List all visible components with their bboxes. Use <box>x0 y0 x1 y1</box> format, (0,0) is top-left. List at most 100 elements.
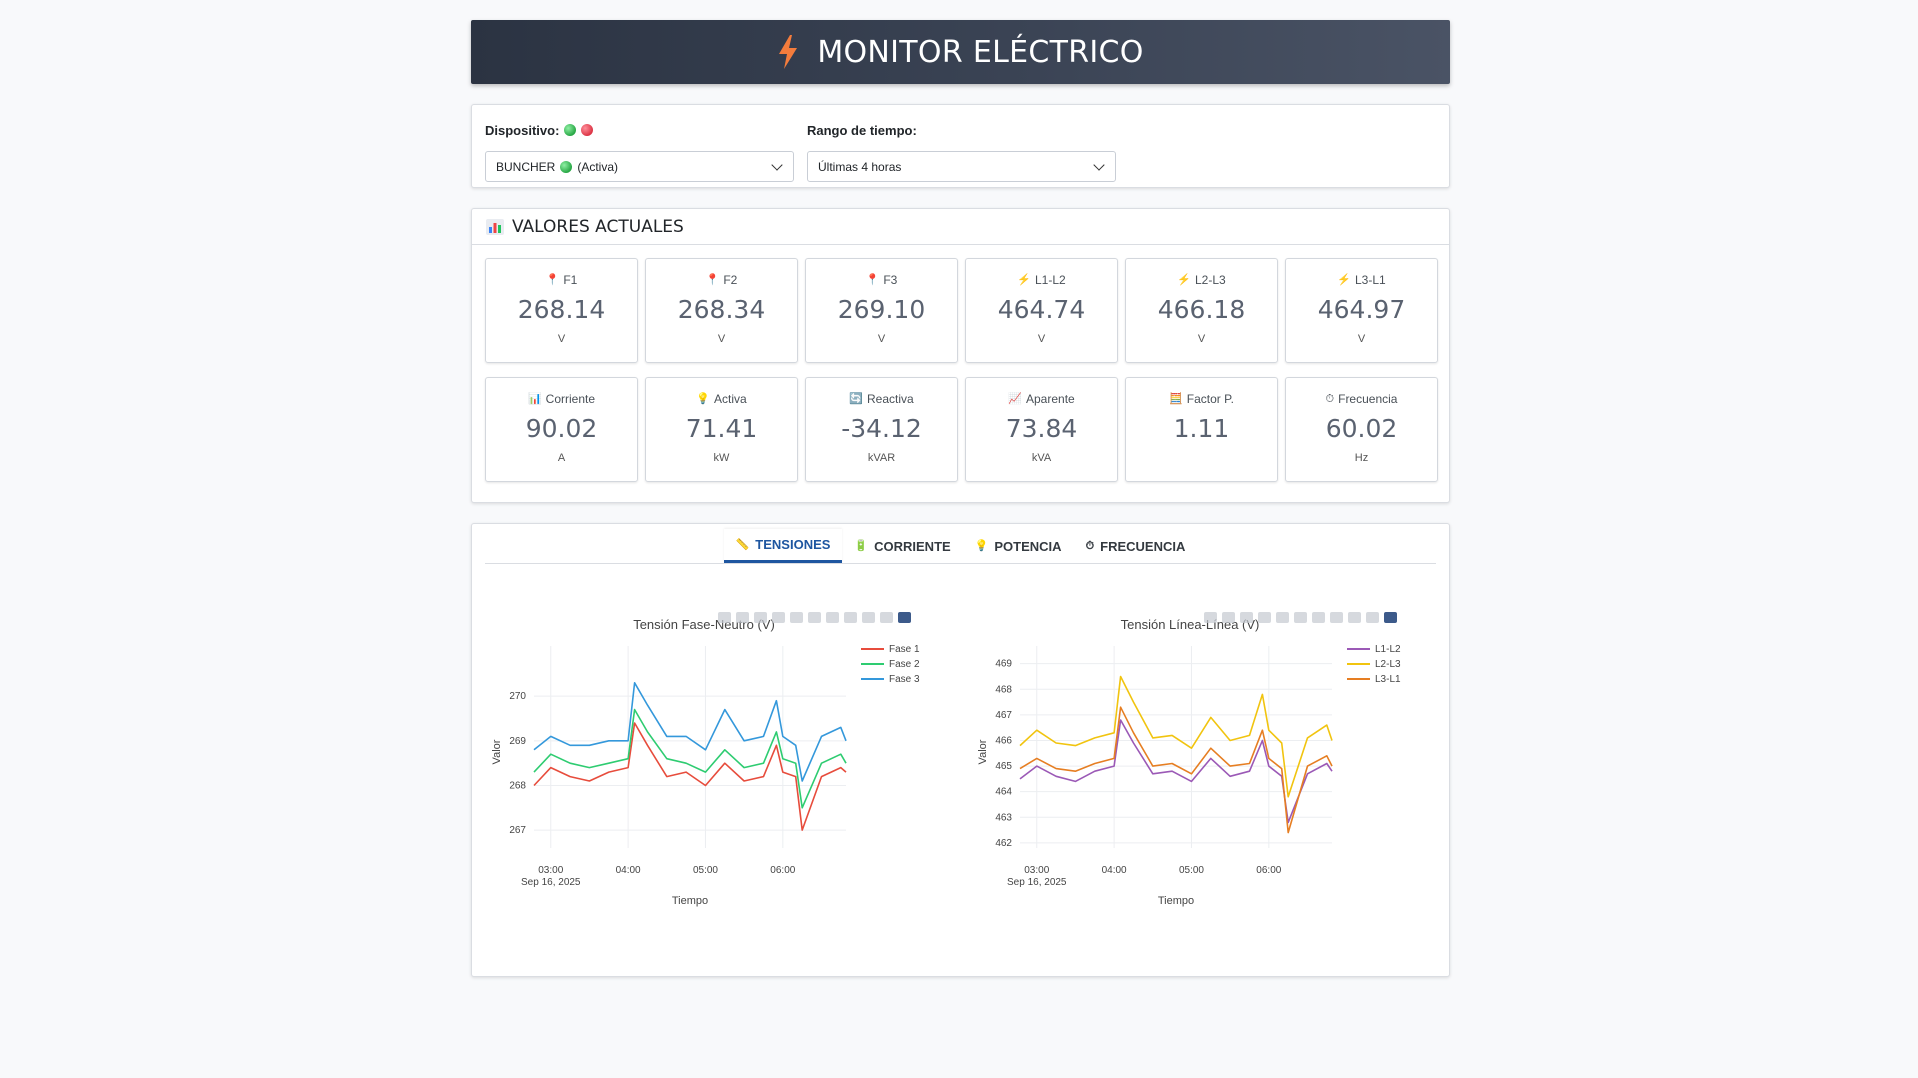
pin-icon: 📍 <box>865 274 880 286</box>
x-axis-label: Tiempo <box>1158 895 1194 907</box>
spike-lines-icon[interactable] <box>1330 612 1343 623</box>
legend-label: Fase 3 <box>889 674 920 685</box>
tile-label: Corriente <box>545 392 596 406</box>
device-select-status: (Activa) <box>577 159 619 174</box>
tab-potencia[interactable]: 💡 POTENCIA <box>963 529 1074 563</box>
autoscale-icon[interactable] <box>1294 612 1307 623</box>
ruler-icon: 📏 <box>735 538 750 551</box>
plotly-logo-icon[interactable] <box>898 612 911 623</box>
value-tile-f2: 📍 F2 268.34 V <box>645 258 798 363</box>
hover-closest-icon[interactable] <box>862 612 875 623</box>
hover-compare-icon[interactable] <box>880 612 893 623</box>
tile-label: Aparente <box>1026 392 1075 406</box>
tile-value: 268.14 <box>517 295 606 324</box>
tile-value: 464.97 <box>1317 295 1406 324</box>
current-values-panel: VALORES ACTUALES 📍 F1 268.14 V 📍 F2 268.34… <box>471 208 1450 503</box>
tile-value: 269.10 <box>837 295 926 324</box>
device-status-icon <box>560 160 573 173</box>
value-tile-l1-l2: ⚡ L1-L2 464.74 V <box>965 258 1118 363</box>
value-tile-reactiva: 🔄 Reactiva -34.12 kVAR <box>805 377 958 482</box>
pin-icon: 📍 <box>545 274 560 286</box>
lightning-bolt-icon <box>779 35 798 69</box>
tile-value: 268.34 <box>677 295 766 324</box>
x-tick-label: 03:00 <box>1024 865 1049 876</box>
tile-label: L3-L1 <box>1355 273 1386 287</box>
device-label: Dispositivo: <box>485 121 794 139</box>
zoom-icon[interactable] <box>736 612 749 623</box>
stopwatch-icon: ⏱ <box>1325 393 1335 405</box>
y-tick-label: 465 <box>995 761 1012 772</box>
hover-closest-icon[interactable] <box>1348 612 1361 623</box>
tile-unit: kW <box>713 452 730 464</box>
value-tile-f3: 📍 F3 269.10 V <box>805 258 958 363</box>
device-select[interactable]: BUNCHER (Activa) <box>485 151 794 182</box>
lightbulb-icon: 💡 <box>696 393 710 405</box>
lightning-icon: ⚡ <box>1177 274 1191 286</box>
autoscale-icon[interactable] <box>808 612 821 623</box>
chart-line-line[interactable]: Tensión Línea-Línea (V) 462 463 464 465 466 46… <box>972 586 1432 936</box>
tile-unit: V <box>1197 333 1206 345</box>
plotly-logo-icon[interactable] <box>1384 612 1397 623</box>
range-select-value: Últimas 4 horas <box>818 159 902 174</box>
legend-label: L2-L3 <box>1375 659 1401 670</box>
status-offline-icon <box>581 124 594 136</box>
pan-icon[interactable] <box>754 612 767 623</box>
zoom-out-icon[interactable] <box>1276 612 1289 623</box>
chart-line-line-svg: Tensión Línea-Línea (V)46246346446546646… <box>977 617 1401 907</box>
tab-corriente[interactable]: 🔋 CORRIENTE <box>842 529 962 563</box>
tab-frecuencia[interactable]: ⏱ FRECUENCIA <box>1074 529 1198 563</box>
current-values-header: VALORES ACTUALES <box>472 209 1449 245</box>
camera-icon[interactable] <box>1204 612 1217 623</box>
zoom-icon[interactable] <box>1222 612 1235 623</box>
y-tick-label: 466 <box>995 735 1012 746</box>
legend-label: L1-L2 <box>1375 644 1401 655</box>
battery-icon: 🔋 <box>854 540 869 552</box>
chart-toolbar[interactable] <box>1204 612 1397 623</box>
chart-toolbar[interactable] <box>718 612 911 623</box>
tile-label: Activa <box>714 392 747 406</box>
cycle-icon: 🔄 <box>849 393 863 405</box>
spike-lines-icon[interactable] <box>844 612 857 623</box>
x-tick-sublabel: Sep 16, 2025 <box>1007 877 1067 888</box>
value-tile-l3-l1: ⚡ L3-L1 464.97 V <box>1285 258 1438 363</box>
range-select[interactable]: Últimas 4 horas <box>807 151 1116 182</box>
tab-label: TENSIONES <box>755 537 831 552</box>
y-axis-label: Valor <box>491 739 503 764</box>
tile-unit: kVA <box>1031 452 1052 464</box>
tile-value: 466.18 <box>1157 295 1246 324</box>
device-label-text: Dispositivo: <box>485 122 560 138</box>
tile-unit: V <box>557 333 566 345</box>
zoom-out-icon[interactable] <box>790 612 803 623</box>
tile-unit: kVAR <box>867 452 896 464</box>
device-select-value: BUNCHER <box>496 159 556 174</box>
value-tile-l2-l3: ⚡ L2-L3 466.18 V <box>1125 258 1278 363</box>
hover-compare-icon[interactable] <box>1366 612 1379 623</box>
y-axis-label: Valor <box>977 739 989 764</box>
x-tick-sublabel: Sep 16, 2025 <box>521 877 581 888</box>
legend-label: L3-L1 <box>1375 674 1401 685</box>
camera-icon[interactable] <box>718 612 731 623</box>
legend-label: Fase 2 <box>889 659 920 670</box>
y-tick-label: 468 <box>995 684 1012 695</box>
x-tick-label: 05:00 <box>693 865 718 876</box>
home-icon[interactable] <box>1312 612 1325 623</box>
tile-label: Factor P. <box>1186 392 1234 406</box>
pan-icon[interactable] <box>1240 612 1253 623</box>
zoom-in-icon[interactable] <box>1258 612 1271 623</box>
y-tick-label: 462 <box>995 838 1012 849</box>
page-title: MONITOR ELÉCTRICO <box>817 34 1144 70</box>
chart-phase-neutral[interactable]: Tensión Fase-Neutro (V) 267 268 269 270 03:00… <box>486 586 946 936</box>
x-tick-label: 06:00 <box>1256 865 1281 876</box>
zoom-in-icon[interactable] <box>772 612 785 623</box>
range-label: Rango de tiempo: <box>807 122 917 138</box>
tab-tensiones[interactable]: 📏 TENSIONES <box>723 529 843 563</box>
trend-chart-icon: 📈 <box>1008 393 1022 405</box>
home-icon[interactable] <box>826 612 839 623</box>
tile-label: F1 <box>563 273 578 287</box>
y-tick-label: 464 <box>995 787 1012 798</box>
tile-value: 1.11 <box>1173 414 1230 443</box>
range-control: Rango de tiempo: Últimas 4 horas <box>807 121 1116 182</box>
current-values-title: VALORES ACTUALES <box>512 216 684 237</box>
value-tile-factor-p: 🧮 Factor P. 1.11 <box>1125 377 1278 482</box>
bar-chart-icon: 📊 <box>527 393 542 405</box>
